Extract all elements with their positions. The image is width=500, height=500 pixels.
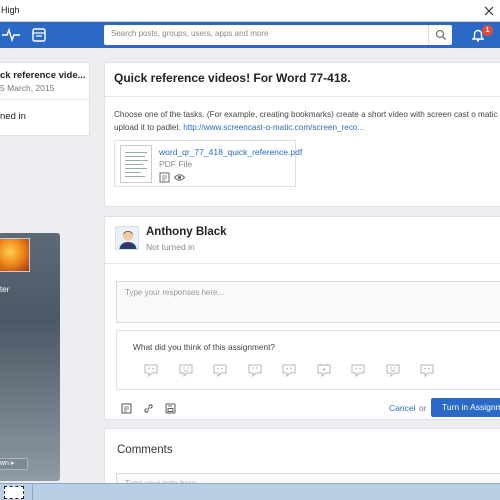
assignment-description: Choose one of the tasks. (For example, c… [114, 108, 500, 134]
emoji-icon[interactable] [386, 363, 400, 378]
left-assignment-date: 5 March, 2015 [0, 83, 55, 93]
emoji-icon[interactable] [179, 363, 193, 378]
note-icon[interactable] [121, 403, 132, 414]
left-assignment-title: ck reference vide... [0, 70, 86, 81]
rating-question: What did you think of this assignment? [133, 342, 276, 352]
file-attachment[interactable]: word_qr_77_418_quick_reference.pdf PDF F… [114, 140, 302, 187]
recorder-thumbnail [0, 238, 30, 272]
assignment-description-line: Choose one of the tasks. (For example, c… [114, 110, 500, 119]
comments-heading: Comments [117, 444, 173, 456]
divider [105, 96, 500, 97]
notification-badge: 1 [482, 25, 493, 36]
response-placeholder: Type your responses here... [125, 288, 225, 297]
calendar-icon[interactable] [30, 26, 48, 44]
recorder-label: ter [0, 285, 10, 294]
response-textarea[interactable]: Type your responses here... [116, 281, 500, 323]
pdf-thumbnail [120, 145, 152, 183]
cancel-button[interactable]: Cancel [389, 403, 415, 413]
emoji-icon[interactable] [420, 363, 434, 378]
save-icon[interactable] [165, 403, 176, 414]
file-type: PDF File [159, 159, 193, 169]
comments-section: Comments Type your note here... [104, 428, 500, 493]
recorder-button-label: wn [0, 460, 9, 467]
student-name: Anthony Black [146, 226, 227, 238]
emoji-icon[interactable] [144, 363, 158, 378]
left-assignment-status: ned in [0, 111, 26, 122]
submission-status: Not turned in [146, 242, 195, 252]
divider [0, 99, 89, 100]
emoji-icon[interactable] [282, 363, 296, 378]
window-title: High [1, 5, 20, 15]
link-icon[interactable] [143, 403, 154, 414]
assignment-upload-text: upload it to padlet. [114, 123, 181, 132]
response-card: Anthony Black Not turned in Type your re… [104, 216, 500, 420]
emoji-icon[interactable] [213, 363, 227, 378]
eye-icon[interactable] [173, 172, 186, 183]
assignment-link[interactable]: http://www.screencast-o-matic.com/screen… [183, 123, 364, 132]
turn-in-button[interactable]: Turn in Assignm [431, 398, 500, 417]
selection-tool-icon[interactable] [4, 486, 24, 499]
recorder-panel: ter wn ▸ [0, 233, 60, 481]
left-assignment-card[interactable]: ck reference vide... 5 March, 2015 ned i… [0, 62, 90, 136]
taskbar-divider [32, 484, 33, 500]
search-input[interactable]: Search posts, groups, users, apps and mo… [104, 25, 452, 45]
assignment-title: Quick reference videos! For Word 77-418. [114, 71, 351, 85]
or-text: or [419, 403, 427, 413]
recorder-button[interactable]: wn ▸ [0, 458, 28, 470]
search-icon[interactable] [428, 25, 452, 45]
note-icon[interactable] [159, 172, 170, 183]
emoji-icon[interactable] [351, 363, 365, 378]
file-name[interactable]: word_qr_77_418_quick_reference.pdf [159, 147, 302, 157]
taskbar [0, 483, 500, 500]
emoji-icon[interactable] [248, 363, 262, 378]
close-window-icon[interactable] [478, 0, 500, 22]
window-titlebar: High [0, 0, 500, 22]
search-placeholder: Search posts, groups, users, apps and mo… [111, 29, 269, 38]
emoji-icon[interactable] [317, 363, 331, 378]
assignment-rating: What did you think of this assignment? [116, 330, 500, 390]
pulse-icon[interactable] [2, 26, 20, 44]
assignment-card: Quick reference videos! For Word 77-418.… [104, 62, 500, 207]
avatar [115, 226, 139, 250]
divider [105, 263, 500, 264]
